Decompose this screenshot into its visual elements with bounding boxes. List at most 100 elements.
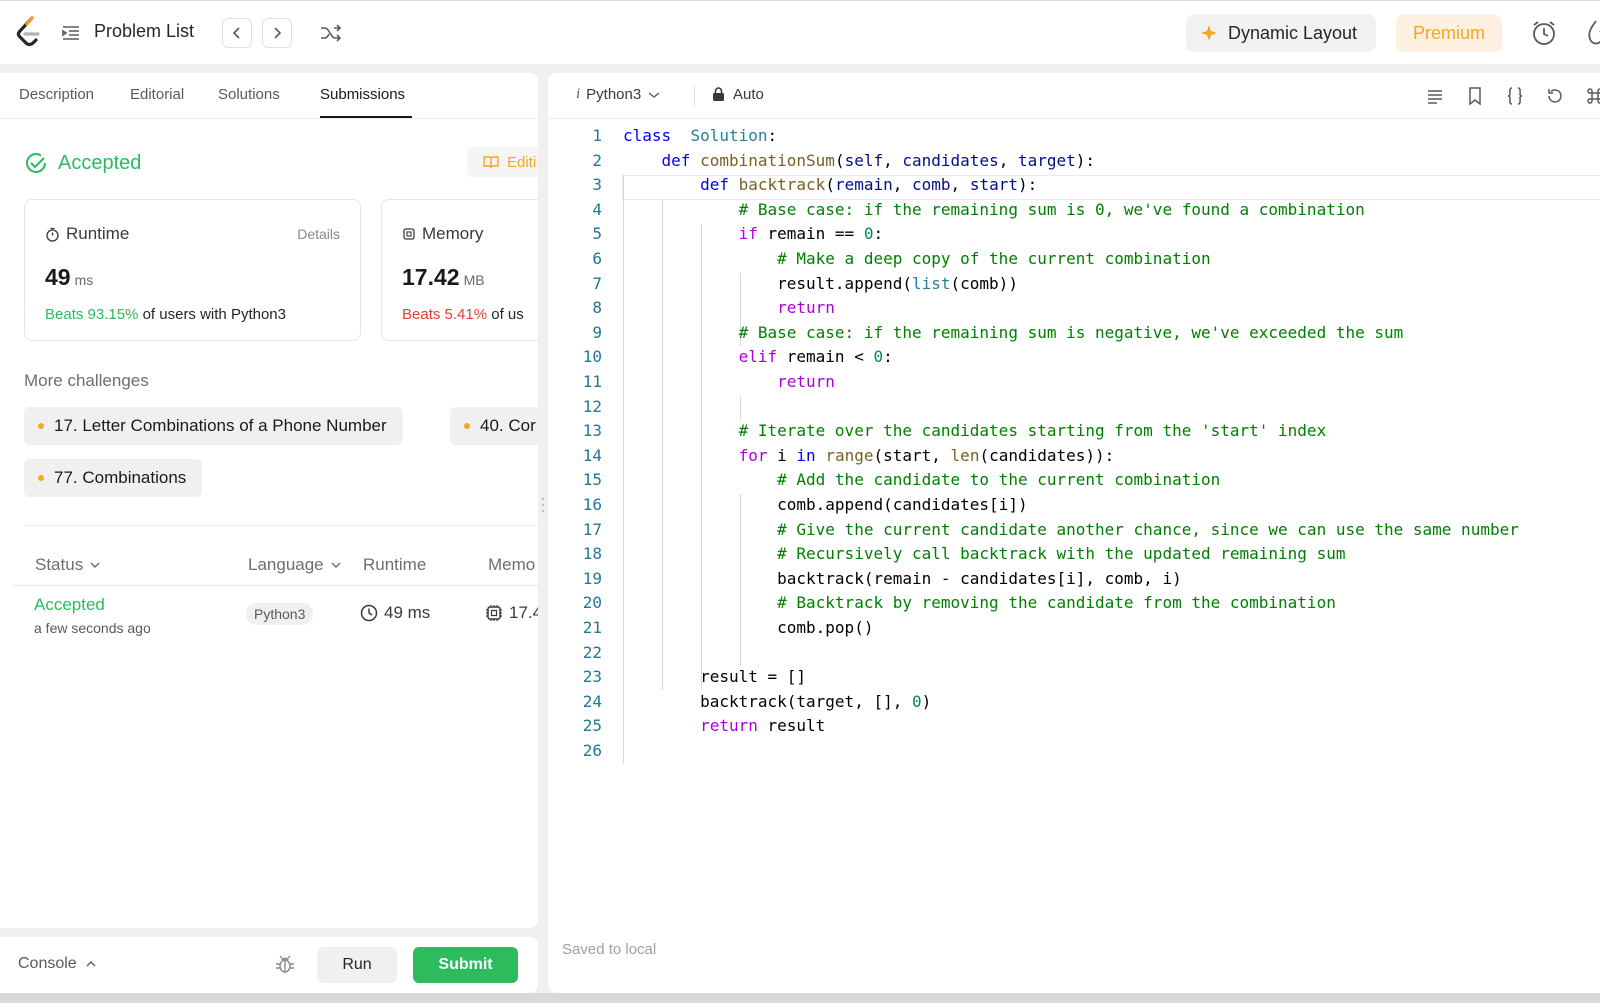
chevron-down-icon	[90, 562, 100, 568]
dynamic-layout-button[interactable]: Dynamic Layout	[1186, 14, 1376, 52]
auto-mode-toggle[interactable]: Auto	[712, 86, 764, 103]
line-number: 8	[592, 298, 602, 318]
code-line[interactable]: 19 backtrack(remain - candidates[i], com…	[548, 566, 1600, 591]
sparkle-icon	[1201, 25, 1217, 41]
code-line[interactable]: 4 # Base case: if the remaining sum is 0…	[548, 197, 1600, 222]
code-line[interactable]: 25 return result	[548, 713, 1600, 738]
line-number: 17	[582, 519, 602, 539]
code-line[interactable]: 26	[548, 738, 1600, 763]
tab-solutions[interactable]: Solutions	[218, 86, 280, 103]
prev-problem-button[interactable]	[222, 18, 252, 48]
code-line[interactable]: 1 class Solution:	[548, 123, 1600, 148]
bottom-strip	[0, 993, 1600, 1003]
memory-card[interactable]: Memory 17.42 MB Beats 5.41% of us	[381, 199, 538, 341]
code-line[interactable]: 9 # Base case: if the remaining sum is n…	[548, 320, 1600, 345]
shuffle-icon[interactable]	[318, 20, 344, 46]
problem-list-icon[interactable]	[60, 22, 82, 44]
format-lines-icon[interactable]	[1424, 85, 1446, 107]
code-line[interactable]: 18 # Recursively call backtrack with the…	[548, 541, 1600, 566]
code-line[interactable]: 13 # Iterate over the candidates startin…	[548, 418, 1600, 443]
premium-button[interactable]: Premium	[1396, 14, 1502, 52]
chevron-up-icon	[86, 961, 96, 967]
runtime-value: 49 ms	[45, 264, 93, 291]
chip-icon	[403, 228, 415, 240]
active-tab-indicator	[320, 116, 412, 118]
runtime-beats-percent: Beats 93.15%	[45, 306, 139, 323]
chevron-down-icon	[648, 91, 660, 98]
code-line[interactable]: 8 return	[548, 295, 1600, 320]
editorial-button[interactable]: Editi	[467, 147, 538, 177]
problem-list-title[interactable]: Problem List	[94, 21, 194, 42]
panel-resize-handle[interactable]	[541, 495, 545, 515]
memory-label-text: Memory	[422, 224, 484, 243]
line-number: 26	[582, 741, 602, 760]
row-status[interactable]: Accepted	[34, 595, 105, 615]
tab-submissions[interactable]: Submissions	[320, 86, 405, 103]
memory-beats: Beats 5.41% of us	[402, 306, 524, 323]
dynamic-layout-label: Dynamic Layout	[1228, 22, 1358, 43]
bookmark-icon[interactable]	[1464, 85, 1486, 107]
leetcode-logo-icon[interactable]	[14, 15, 44, 51]
line-number: 14	[582, 445, 602, 465]
code-line[interactable]: 2 def combinationSum(self, candidates, t…	[548, 148, 1600, 173]
memory-column-header: Memo	[488, 555, 536, 574]
code-editor-panel: i Python3 Auto 1 class Solution: 2 def com…	[548, 73, 1600, 993]
code-text: elif remain < 0:	[738, 347, 893, 367]
code-line[interactable]: 11 return	[548, 369, 1600, 394]
tab-description[interactable]: Description	[19, 86, 94, 103]
code-text: # Make a deep copy of the current combin…	[777, 249, 1211, 268]
submission-panel: Description Editorial Solutions Submissi…	[0, 73, 538, 928]
code-line[interactable]: 10 elif remain < 0:	[548, 344, 1600, 369]
line-number: 6	[592, 249, 602, 268]
console-toggle[interactable]: Console	[18, 955, 97, 973]
run-button[interactable]: Run	[317, 947, 397, 983]
code-line[interactable]: 17 # Give the current candidate another …	[548, 517, 1600, 542]
code-line[interactable]: 24 backtrack(target, [], 0)	[548, 689, 1600, 714]
code-line[interactable]: 23 result = []	[548, 664, 1600, 689]
runtime-card[interactable]: Runtime Details 49 ms Beats 93.15% of use…	[24, 199, 361, 341]
chevron-right-icon	[274, 27, 282, 39]
accepted-status-title: Accepted	[58, 151, 142, 174]
chevron-down-icon	[331, 562, 341, 568]
status-header-label: Status	[35, 555, 84, 574]
code-text: result = []	[623, 667, 807, 687]
challenge-chip[interactable]: 17. Letter Combinations of a Phone Numbe…	[24, 407, 403, 445]
runtime-details-link[interactable]: Details	[297, 226, 340, 242]
code-text: def backtrack(remain, comb, start):	[700, 175, 1038, 195]
row-memory-value: 17.4	[509, 603, 538, 622]
code-line[interactable]: 12	[548, 394, 1600, 419]
book-icon	[483, 156, 499, 169]
challenge-chip-label: 40. Cor	[480, 416, 536, 435]
submit-button[interactable]: Submit	[413, 947, 518, 983]
code-line[interactable]: 5 if remain == 0:	[548, 221, 1600, 246]
code-line[interactable]: 14 for i in range(start, len(candidates)…	[548, 443, 1600, 468]
streak-fire-icon[interactable]	[1586, 19, 1600, 47]
code-line[interactable]: 21 comb.pop()	[548, 615, 1600, 640]
code-line[interactable]: 20 # Backtrack by removing the candidate…	[548, 590, 1600, 615]
runtime-unit: ms	[74, 272, 94, 288]
challenge-chip[interactable]: 77. Combinations	[24, 459, 203, 497]
status-column-header[interactable]: Status	[35, 555, 101, 575]
lock-icon	[713, 87, 724, 101]
saved-status: Saved to local	[562, 941, 657, 958]
code-text: # Give the current candidate another cha…	[777, 519, 1519, 539]
code-line[interactable]: 16 comb.append(candidates[i])	[548, 492, 1600, 517]
reset-icon[interactable]	[1544, 85, 1566, 107]
alarm-clock-icon[interactable]	[1530, 19, 1558, 47]
next-problem-button[interactable]	[262, 18, 292, 48]
language-selector[interactable]: i Python3	[576, 86, 661, 103]
code-line[interactable]: 22	[548, 640, 1600, 665]
code-text: # Base case: if the remaining sum is neg…	[738, 322, 1404, 342]
command-icon[interactable]	[1584, 85, 1600, 107]
memory-unit: MB	[463, 272, 485, 288]
braces-icon[interactable]	[1504, 85, 1526, 107]
language-column-header[interactable]: Language	[248, 555, 342, 575]
code-line[interactable]: 6 # Make a deep copy of the current comb…	[548, 246, 1600, 271]
code-line[interactable]: 15 # Add the candidate to the current co…	[548, 467, 1600, 492]
editorial-button-label: Editi	[507, 153, 537, 171]
code-line[interactable]: 7 result.append(list(comb))	[548, 271, 1600, 296]
challenge-chip[interactable]: 40. Cor	[450, 407, 538, 445]
tab-editorial[interactable]: Editorial	[130, 86, 184, 103]
debug-bug-icon[interactable]	[274, 953, 296, 975]
code-line[interactable]: 3 def backtrack(remain, comb, start):	[548, 172, 1600, 197]
